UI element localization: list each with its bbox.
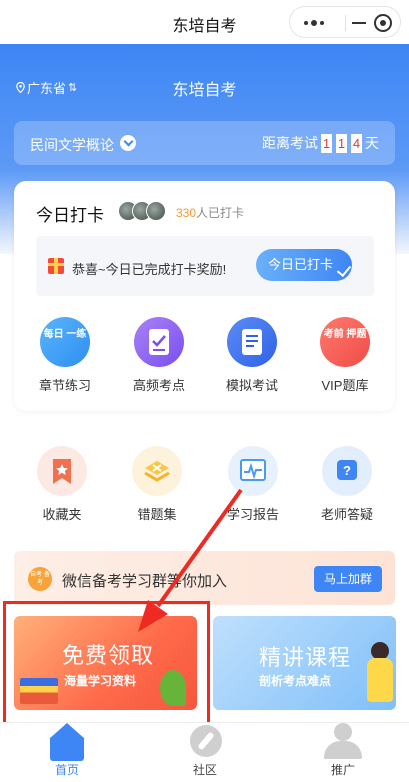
checkin-count: 330人已打卡 (176, 204, 244, 221)
subject-selector[interactable]: 民间文学概论 (30, 135, 114, 155)
chevron-down-icon[interactable] (120, 135, 136, 151)
countdown-suffix: 天 (365, 135, 379, 151)
countdown-digit: 1 (336, 133, 347, 153)
highlight-box (3, 601, 210, 725)
tool-label: 老师答疑 (320, 507, 373, 522)
gift-icon (48, 258, 64, 274)
reward-banner: 恭喜~今日已完成打卡奖励! 今日已打卡 (36, 236, 374, 296)
report-chart-icon (228, 446, 278, 496)
feature-chapter-practice[interactable]: 每日 一练 章节练习 (20, 317, 110, 394)
feature-mock-exam[interactable]: 模拟考试 (207, 317, 297, 394)
tab-home[interactable]: 首页 (27, 723, 107, 778)
user-icon (324, 723, 362, 761)
checked-in-label: 今日已打卡 (268, 257, 334, 272)
top-nav-bar: 东培自考 (0, 0, 409, 44)
exam-paper-icon (227, 317, 277, 367)
countdown-digit: 4 (351, 133, 362, 153)
promo-subtitle: 剖析考点难点 (259, 674, 332, 688)
wechat-group-text: 微信备考学习群等你加入 (62, 573, 228, 590)
minimize-icon[interactable] (352, 22, 366, 24)
capsule-divider (345, 15, 346, 31)
community-icon (186, 723, 224, 761)
wechat-group-banner: 自考 备考 微信备考学习群等你加入 马上加群 (14, 551, 395, 605)
tool-label: 错题集 (137, 507, 177, 522)
tab-promotion[interactable]: 推广 (303, 723, 383, 778)
promo-title: 精讲课程 (259, 645, 352, 670)
wechat-group-logo: 自考 备考 (28, 567, 52, 591)
checkin-title: 今日打卡 (36, 206, 104, 225)
checkin-card: 今日打卡 330人已打卡 恭喜~今日已完成打卡奖励! 今日已打卡 每日 一练 章… (14, 181, 395, 411)
question-chat-icon: ? (322, 446, 372, 496)
checkin-count-suffix: 人已打卡 (196, 206, 245, 220)
feature-label: 章节练习 (38, 378, 91, 393)
home-icon (48, 723, 86, 761)
featured-course-card[interactable]: 精讲课程 剖析考点难点 (213, 616, 396, 710)
vip-bank-icon-text: 考前 押题 (323, 329, 367, 340)
tab-label: 首页 (54, 763, 79, 777)
tool-wrong-answers[interactable]: 错题集 (112, 446, 202, 523)
svg-text:?: ? (343, 463, 351, 478)
tab-community[interactable]: 社区 (165, 723, 245, 778)
reward-text: 恭喜~今日已完成打卡奖励! (72, 262, 227, 277)
header-app-name: 东培自考 (172, 82, 237, 99)
wrong-answers-icon (132, 446, 182, 496)
more-icon[interactable] (304, 20, 324, 26)
vip-bank-icon: 考前 押题 (320, 317, 370, 367)
daily-practice-icon: 每日 一练 (40, 317, 90, 367)
countdown-prefix: 距离考试 (262, 135, 318, 151)
checkin-avatars (118, 201, 166, 221)
feature-label: 高频考点 (132, 378, 185, 393)
checkin-count-number: 330 (176, 206, 197, 220)
tool-study-report[interactable]: 学习报告 (208, 446, 298, 523)
feature-vip-bank[interactable]: 考前 押题 VIP题库 (300, 317, 390, 394)
feature-label: VIP题库 (321, 378, 369, 393)
subject-bar: 民间文学概论 距离考试 1 1 4 天 (14, 121, 395, 165)
countdown-digit: 1 (321, 133, 332, 153)
bookmark-star-icon (37, 446, 87, 496)
feature-high-frequency[interactable]: 高频考点 (114, 317, 204, 394)
avatar (146, 201, 166, 221)
join-group-button[interactable]: 马上加群 (314, 566, 382, 592)
mini-program-capsule (289, 6, 401, 38)
tab-label: 社区 (192, 763, 217, 777)
tool-label: 收藏夹 (42, 507, 82, 522)
tool-label: 学习报告 (226, 507, 279, 522)
bottom-tab-bar: 首页 社区 推广 (0, 722, 409, 782)
daily-practice-icon-text: 每日 一练 (43, 329, 87, 340)
tool-teacher-qa[interactable]: ? 老师答疑 (302, 446, 392, 523)
check-icon (336, 261, 352, 278)
feature-label: 模拟考试 (225, 378, 278, 393)
tab-label: 推广 (330, 763, 355, 777)
close-program-icon[interactable] (374, 14, 392, 32)
checklist-icon (134, 317, 184, 367)
exam-countdown: 距离考试 1 1 4 天 (262, 133, 379, 153)
checked-in-button[interactable]: 今日已打卡 (256, 249, 352, 281)
tool-favorites[interactable]: 收藏夹 (17, 446, 107, 523)
student-illustration (363, 642, 395, 702)
